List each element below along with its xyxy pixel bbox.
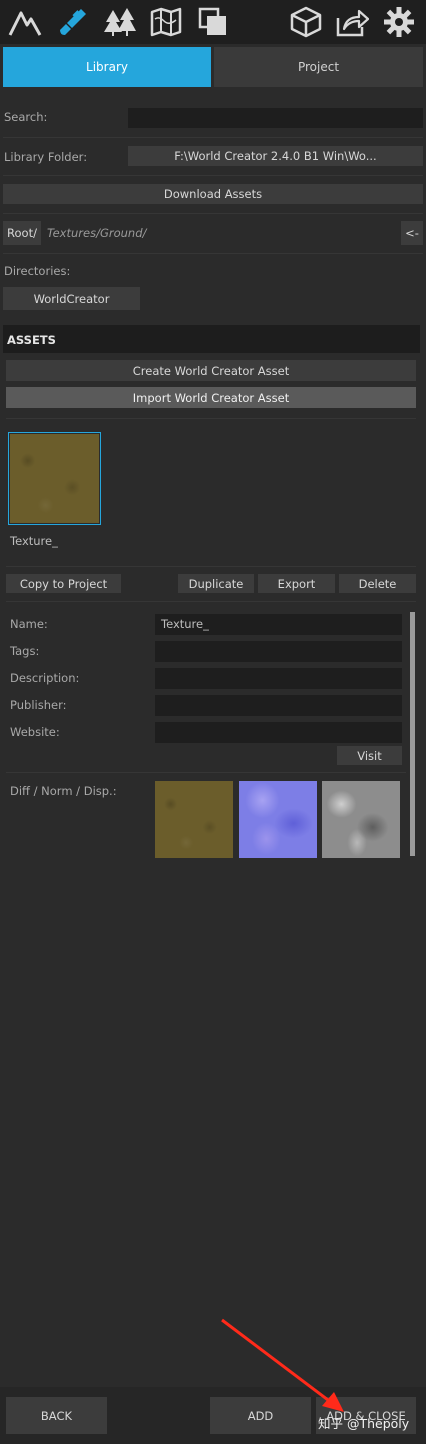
website-field[interactable] — [155, 722, 402, 743]
visit-button[interactable]: Visit — [337, 746, 402, 765]
copy-to-project-button[interactable]: Copy to Project — [6, 574, 121, 593]
texture-preview — [10, 434, 99, 523]
divider — [6, 418, 416, 419]
divider — [3, 137, 423, 138]
current-path: Textures/Ground/ — [47, 226, 147, 240]
library-folder-field[interactable]: F:\World Creator 2.4.0 B1 Win\Wo... — [128, 146, 423, 166]
trees-icon[interactable] — [103, 6, 137, 38]
name-field[interactable]: Texture_ — [155, 614, 402, 635]
cube-icon[interactable] — [289, 6, 323, 38]
export-button[interactable]: Export — [258, 574, 335, 593]
search-label: Search: — [4, 110, 48, 124]
search-input[interactable] — [128, 108, 423, 128]
annotation-arrow-icon — [221, 1318, 344, 1412]
brush-icon[interactable] — [56, 6, 90, 38]
divider — [3, 253, 423, 254]
divider — [6, 772, 406, 773]
root-path-button[interactable]: Root/ — [3, 221, 41, 245]
assets-header: ASSETS — [3, 325, 420, 353]
tags-label: Tags: — [10, 644, 40, 658]
download-assets-button[interactable]: Download Assets — [3, 184, 423, 204]
library-folder-label: Library Folder: — [4, 150, 88, 164]
displacement-map-thumbnail[interactable] — [322, 781, 400, 858]
map-icon[interactable] — [149, 6, 183, 38]
share-icon[interactable] — [335, 6, 369, 38]
description-field[interactable] — [155, 668, 402, 689]
maps-label: Diff / Norm / Disp.: — [10, 784, 117, 798]
normal-map-thumbnail[interactable] — [239, 781, 317, 858]
asset-name: Texture_ — [10, 534, 58, 548]
delete-button[interactable]: Delete — [339, 574, 416, 593]
duplicate-button[interactable]: Duplicate — [178, 574, 254, 593]
layers-icon[interactable] — [196, 6, 230, 38]
back-button[interactable]: BACK — [6, 1397, 107, 1434]
tab-project[interactable]: Project — [214, 47, 423, 87]
tab-library[interactable]: Library — [3, 47, 211, 87]
create-asset-button[interactable]: Create World Creator Asset — [6, 360, 416, 381]
description-label: Description: — [10, 671, 80, 685]
divider — [6, 601, 416, 602]
terrain-icon[interactable] — [8, 6, 42, 38]
diffuse-map-thumbnail[interactable] — [155, 781, 233, 858]
gear-icon[interactable] — [382, 6, 416, 38]
tags-field[interactable] — [155, 641, 402, 662]
watermark: 知乎 @Thepoly — [318, 1416, 410, 1431]
website-label: Website: — [10, 725, 60, 739]
import-asset-button[interactable]: Import World Creator Asset — [6, 387, 416, 408]
divider — [3, 175, 423, 176]
publisher-field[interactable] — [155, 695, 402, 716]
divider — [3, 213, 423, 214]
directory-item-worldcreator[interactable]: WorldCreator — [3, 287, 140, 310]
name-label: Name: — [10, 617, 48, 631]
directories-label: Directories: — [4, 264, 71, 278]
divider — [6, 566, 416, 567]
publisher-label: Publisher: — [10, 698, 67, 712]
scrollbar[interactable] — [410, 612, 415, 856]
asset-thumbnail[interactable] — [8, 432, 101, 525]
path-back-button[interactable]: <- — [401, 221, 423, 245]
